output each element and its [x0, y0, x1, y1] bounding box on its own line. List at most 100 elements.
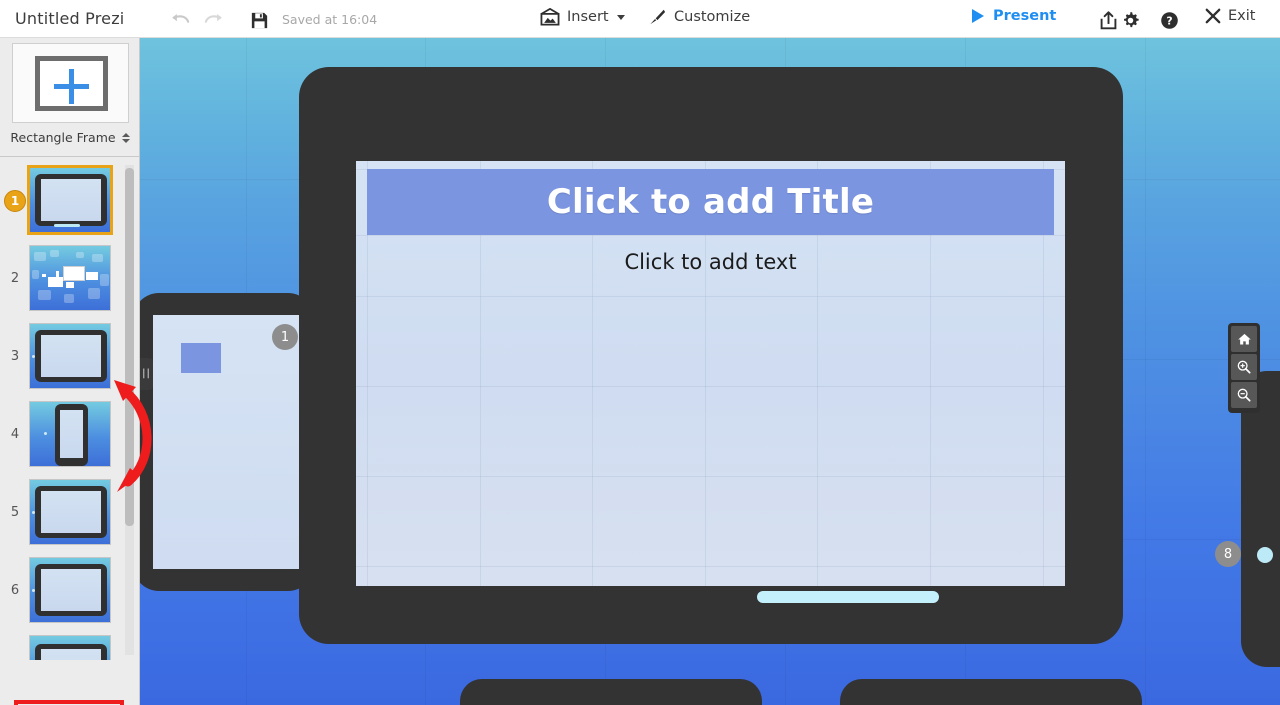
- frame-title-band: [181, 343, 221, 373]
- slide-gridline: [356, 235, 1065, 236]
- slide-screen[interactable]: Click to add Title Click to add text: [356, 161, 1065, 586]
- frame-type-label: Rectangle Frame: [10, 130, 116, 145]
- image-insert-icon: [540, 8, 560, 26]
- thumbnail-number: 4: [10, 427, 20, 442]
- canvas-gridline: [1145, 38, 1146, 705]
- thumbnail-number: 3: [10, 349, 20, 364]
- slide-gridline: [356, 296, 1065, 297]
- save-button[interactable]: [245, 6, 273, 34]
- zoom-out-magnifier-icon: [1237, 388, 1251, 402]
- slide-gridline: [356, 476, 1065, 477]
- path-marker-1[interactable]: 1: [272, 324, 298, 350]
- canvas-frame-neighbor-bottom-right[interactable]: [840, 679, 1142, 705]
- close-x-icon: [1205, 8, 1221, 24]
- redo-button[interactable]: [200, 5, 228, 33]
- slide-thumbnail-list[interactable]: 1 2 3 4 5 6: [0, 163, 140, 660]
- question-mark-help-icon: ?: [1160, 11, 1178, 29]
- thumbnail-row-3[interactable]: 3: [0, 319, 140, 397]
- gear-icon: [1123, 11, 1139, 27]
- customize-label: Customize: [674, 9, 751, 25]
- slide-title-placeholder-text[interactable]: Click to add Title: [367, 169, 1054, 235]
- thumbnail-selected-badge: 1: [4, 190, 26, 212]
- thumbnail-image-1[interactable]: [27, 165, 113, 235]
- frame-type-selector[interactable]: Rectangle Frame: [0, 130, 140, 145]
- thumbnail-image-4[interactable]: [29, 401, 111, 467]
- exit-label: Exit: [1228, 8, 1256, 24]
- tablet-landscape-glyph: [35, 564, 107, 616]
- left-sidebar: Rectangle Frame 1 2 3 4 5 6: [0, 38, 152, 705]
- home-icon: [1237, 333, 1251, 344]
- exit-button[interactable]: Exit: [1205, 8, 1255, 24]
- tablet-landscape-glyph: [35, 174, 107, 226]
- thumbnail-number: 6: [10, 583, 20, 598]
- plus-add-frame-icon-vertical: [69, 69, 74, 104]
- canvas-frame-neighbor-bottom-left[interactable]: [460, 679, 762, 705]
- tablet-landscape-glyph: [35, 330, 107, 382]
- canvas-frame-current[interactable]: Click to add Title Click to add text: [299, 67, 1123, 644]
- thumbnail-image-6[interactable]: [29, 557, 111, 623]
- sidebar-divider: [0, 156, 140, 157]
- tablet-camera-dot: [44, 432, 47, 435]
- path-marker-8[interactable]: 8: [1215, 541, 1241, 567]
- presentation-canvas[interactable]: Click to add Title Click to add text 1 8…: [140, 38, 1280, 705]
- up-down-chevron-icon: [121, 132, 130, 143]
- home-button[interactable]: [1231, 326, 1257, 352]
- frame-camera-dot: [1257, 547, 1273, 563]
- play-triangle-icon: [972, 9, 984, 23]
- frame-screen: [153, 315, 301, 569]
- thumbnail-image-7[interactable]: [29, 635, 111, 660]
- thumbnail-row-2[interactable]: 2: [0, 241, 140, 319]
- frame-outline-icon: [35, 56, 108, 111]
- document-title[interactable]: Untitled Prezi: [15, 9, 124, 28]
- overview-glyph: [30, 246, 110, 310]
- insert-label: Insert: [567, 9, 609, 25]
- thumbnail-row-6[interactable]: 6: [0, 553, 140, 631]
- edit-path-highlight-box: [14, 700, 124, 705]
- tablet-camera-dot: [32, 355, 35, 358]
- help-button[interactable]: ?: [1155, 6, 1183, 34]
- thumbnail-number: 2: [10, 271, 20, 286]
- thumbnail-image-3[interactable]: [29, 323, 111, 389]
- settings-button[interactable]: [1116, 6, 1144, 34]
- canvas-zoom-controls: [1228, 323, 1260, 413]
- chevron-down-icon: [616, 14, 625, 20]
- zoom-in-magnifier-icon: [1237, 360, 1251, 374]
- svg-text:?: ?: [1166, 14, 1172, 27]
- share-export-icon: [1100, 10, 1116, 29]
- present-label: Present: [993, 8, 1057, 24]
- save-status-label: Saved at 16:04: [282, 12, 378, 27]
- slide-title-placeholder-band[interactable]: Click to add Title: [367, 169, 1054, 235]
- slide-gridline: [356, 386, 1065, 387]
- sidebar-scrollbar-thumb[interactable]: [125, 168, 134, 526]
- tablet-camera-dot: [32, 511, 35, 514]
- insert-menu-button[interactable]: Insert: [540, 8, 625, 26]
- zoom-in-button[interactable]: [1231, 354, 1257, 380]
- prezi-editor-window: Click to add Title Click to add text 1 8…: [0, 0, 1280, 705]
- vertical-grip-handle-icon: ||: [142, 368, 151, 379]
- thumbnail-row-7[interactable]: 7: [0, 631, 140, 660]
- thumbnail-row-1[interactable]: 1: [0, 163, 140, 241]
- thumbnail-row-4[interactable]: 4: [0, 397, 140, 475]
- top-toolbar: Untitled Prezi Saved at 16:04 Insert Cus…: [0, 0, 1280, 38]
- canvas-frame-neighbor-right[interactable]: [1241, 371, 1280, 667]
- undo-arrow-icon: [172, 14, 190, 23]
- undo-button[interactable]: [166, 5, 194, 33]
- tablet-camera-dot: [32, 589, 35, 592]
- thumbnail-image-2[interactable]: [29, 245, 111, 311]
- floppy-disk-save-icon: [251, 12, 267, 28]
- tablet-landscape-glyph: [35, 486, 107, 538]
- tablet-portrait-glyph: [55, 404, 88, 466]
- paintbrush-icon: [650, 9, 666, 25]
- slide-body-placeholder-text[interactable]: Click to add text: [356, 250, 1065, 274]
- present-button[interactable]: Present: [972, 8, 1056, 24]
- zoom-out-button[interactable]: [1231, 382, 1257, 408]
- tablet-speaker-glyph: [54, 224, 80, 227]
- redo-arrow-icon: [204, 14, 222, 23]
- thumbnail-image-5[interactable]: [29, 479, 111, 545]
- sidebar-resize-handle[interactable]: ||: [140, 358, 153, 390]
- thumbnail-row-5[interactable]: 5: [0, 475, 140, 553]
- frame-speaker-bar: [757, 591, 939, 603]
- tablet-landscape-glyph: [35, 644, 107, 660]
- new-frame-button[interactable]: [12, 43, 129, 123]
- customize-button[interactable]: Customize: [648, 8, 750, 26]
